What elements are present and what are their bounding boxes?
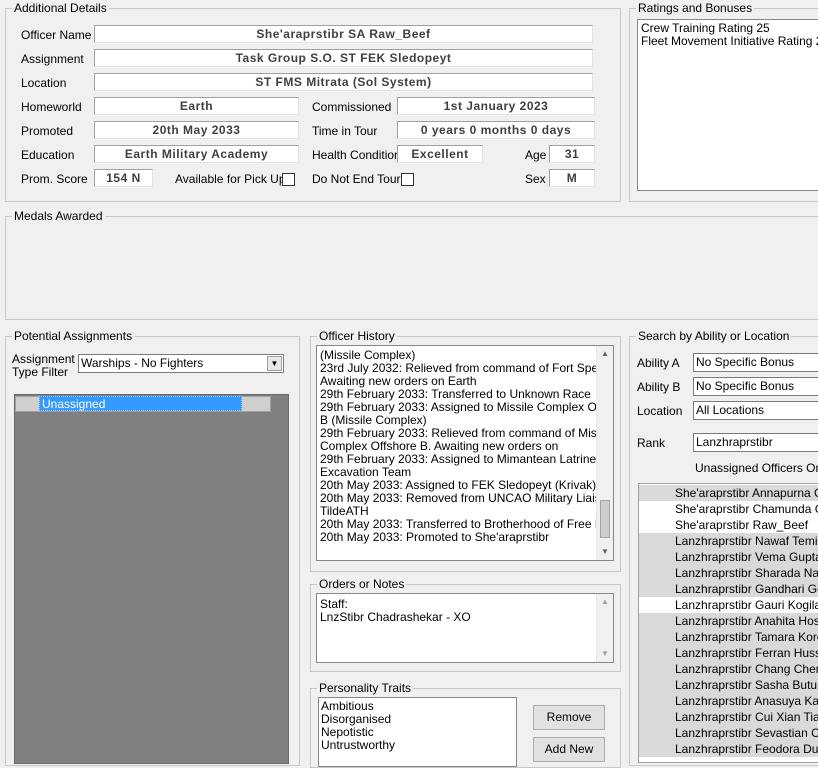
do-not-end-tour-checkbox[interactable] <box>401 173 414 186</box>
scroll-up-icon[interactable]: ▲ <box>597 594 613 610</box>
available-for-pickup-checkbox[interactable] <box>282 173 295 186</box>
officer-list-item[interactable]: Lanzhraprstibr Ferran Hussain <box>639 645 818 661</box>
officer-list-item[interactable]: Lanzhraprstibr Nawaf Temiz <box>639 533 818 549</box>
unassigned-only-label[interactable]: Unassigned Officers Only <box>695 461 818 475</box>
time-in-tour-field: 0 years 0 months 0 days <box>397 121 595 139</box>
rating-item: Fleet Movement Initiative Rating 207 <box>641 34 818 48</box>
assignment-field: Task Group S.O. ST FEK Sledopeyt <box>94 49 593 67</box>
ability-b-value: No Specific Bonus <box>696 379 795 393</box>
search-location-select[interactable]: All Locations <box>693 401 818 420</box>
officer-list-item[interactable]: Lanzhraprstibr Vema Gupta <box>639 549 818 565</box>
ability-a-select[interactable]: No Specific Bonus <box>693 353 818 372</box>
ability-a-label: Ability A <box>637 356 680 370</box>
age-field: 31 <box>549 145 595 163</box>
medals-title: Medals Awarded <box>12 209 105 223</box>
trait-item[interactable]: Untrustworthy <box>321 739 513 752</box>
tree-item-label: Unassigned <box>42 397 106 411</box>
time-in-tour-label: Time in Tour <box>312 124 378 138</box>
homeworld-label: Homeworld <box>21 100 82 114</box>
officer-list-item[interactable]: Lanzhraprstibr Sasha Buturlin <box>639 677 818 693</box>
location-field: ST FMS Mitrata (Sol System) <box>94 73 593 91</box>
chevron-down-icon[interactable]: ▼ <box>267 356 282 371</box>
health-field: Excellent <box>397 145 483 163</box>
orders-textbox[interactable]: Staff: LnzStibr Chadrashekar - XO ▲ ▼ <box>316 593 614 663</box>
orders-title: Orders or Notes <box>317 577 407 591</box>
officer-list-item[interactable]: Lanzhraprstibr Chang Cheng J <box>639 661 818 677</box>
rank-value: Lanzhraprstibr <box>696 435 773 449</box>
promoted-field: 20th May 2033 <box>94 121 299 139</box>
potential-assignments-title: Potential Assignments <box>12 329 135 343</box>
location-label: Location <box>21 76 67 90</box>
tree-item-unassigned[interactable]: Unassigned <box>39 396 242 411</box>
officer-list-item[interactable]: Lanzhraprstibr Anahita Hosagr <box>639 613 818 629</box>
ability-a-value: No Specific Bonus <box>696 355 795 369</box>
additional-details-title: Additional Details <box>12 1 109 15</box>
assignment-label: Assignment <box>21 52 84 66</box>
search-title: Search by Ability or Location <box>636 329 792 343</box>
commissioned-label: Commissioned <box>312 100 392 114</box>
available-for-pickup-label: Available for Pick Up <box>175 172 286 186</box>
personality-listbox[interactable]: Ambitious Disorganised Nepotistic Untrus… <box>318 697 517 767</box>
do-not-end-tour-label: Do Not End Tour <box>312 172 401 186</box>
officer-list-item[interactable]: She'araprstibr Chamunda Gho <box>639 501 818 517</box>
officer-list-item[interactable]: Lanzhraprstibr Cui Xian Tian <box>639 709 818 725</box>
sex-label: Sex <box>525 172 546 186</box>
officer-name-label: Officer Name <box>21 28 92 42</box>
health-label: Health Condition <box>312 148 401 162</box>
assignment-type-filter-select[interactable]: Warships - No Fighters ▼ <box>78 354 284 373</box>
officer-list-item[interactable]: Lanzhraprstibr Sharada Nakht <box>639 565 818 581</box>
search-location-value: All Locations <box>696 403 765 417</box>
education-label: Education <box>21 148 75 162</box>
add-new-trait-button[interactable]: Add New <box>533 737 605 762</box>
promoted-label: Promoted <box>21 124 74 138</box>
ratings-title: Ratings and Bonuses <box>636 1 755 15</box>
history-line: 20th May 2033: Promoted to She'araprstib… <box>320 530 550 544</box>
rank-select[interactable]: Lanzhraprstibr <box>693 433 818 452</box>
assignment-type-filter-value: Warships - No Fighters <box>81 356 204 370</box>
scroll-thumb[interactable] <box>600 500 610 538</box>
officer-list-item[interactable]: She'araprstibr Raw_Beef <box>639 517 818 533</box>
scroll-down-icon[interactable]: ▼ <box>597 544 613 560</box>
age-label: Age <box>525 148 547 162</box>
ratings-listbox[interactable]: Crew Training Rating 25 Fleet Movement I… <box>637 19 818 191</box>
scroll-down-icon[interactable]: ▼ <box>597 646 613 662</box>
personality-title: Personality Traits <box>317 681 414 695</box>
education-field: Earth Military Academy <box>94 145 299 163</box>
officer-history-title: Officer History <box>317 329 397 343</box>
scroll-up-icon[interactable]: ▲ <box>597 346 613 362</box>
medals-group: Medals Awarded <box>5 209 818 320</box>
officer-list[interactable]: She'araprstibr Annapurna ChaShe'araprsti… <box>638 483 818 763</box>
ability-b-label: Ability B <box>637 380 681 394</box>
orders-line: LnzStibr Chadrashekar - XO <box>320 610 471 624</box>
rank-label: Rank <box>637 436 666 450</box>
prom-score-field: 154 N <box>94 169 153 187</box>
search-location-label: Location <box>637 404 683 418</box>
orders-scrollbar[interactable]: ▲ ▼ <box>596 594 613 662</box>
officer-history-scrollbar[interactable]: ▲ ▼ <box>596 346 613 560</box>
commissioned-field: 1st January 2023 <box>397 97 595 115</box>
officer-list-item[interactable]: Lanzhraprstibr Gauri Kogilagac <box>639 597 818 613</box>
officer-list-item[interactable]: She'araprstibr Annapurna Cha <box>639 485 818 501</box>
officer-name-field: She'araprstibr SA Raw_Beef <box>94 25 593 43</box>
ability-b-select[interactable]: No Specific Bonus <box>693 377 818 396</box>
officer-history-text: (Missile Complex) 23rd July 2032: Relieve… <box>317 346 613 546</box>
homeworld-field: Earth <box>94 97 299 115</box>
officer-list-item[interactable]: Lanzhraprstibr Gandhari Gond <box>639 581 818 597</box>
officer-list-item[interactable]: Lanzhraprstibr Anasuya Kanth <box>639 693 818 709</box>
officer-list-item[interactable]: Lanzhraprstibr Sevastian Cher <box>639 725 818 741</box>
remove-trait-button[interactable]: Remove <box>533 705 605 730</box>
officer-list-item[interactable]: Lanzhraprstibr Tamara Korovin <box>639 629 818 645</box>
officer-history-textbox[interactable]: (Missile Complex) 23rd July 2032: Relieve… <box>316 345 614 561</box>
prom-score-label: Prom. Score <box>21 172 88 186</box>
assignments-tree[interactable]: Unassigned <box>14 394 289 764</box>
assignment-filter-label-2: Type Filter <box>12 365 69 379</box>
sex-field: M <box>549 169 595 187</box>
